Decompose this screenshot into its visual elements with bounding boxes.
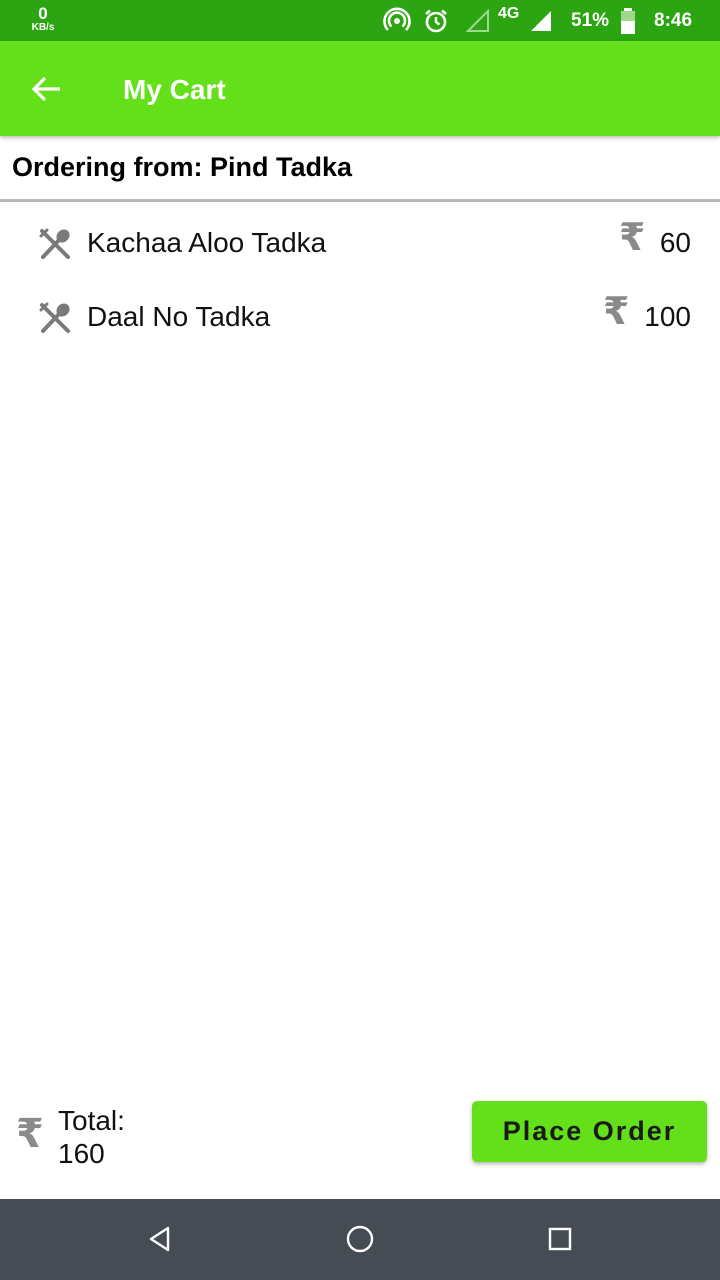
fork-spoon-icon	[39, 228, 70, 259]
recents-square-icon[interactable]	[542, 1221, 578, 1257]
app-bar: My Cart	[0, 41, 720, 136]
cart-item[interactable]: Kachaa Aloo Tadka ₹ 60	[0, 205, 720, 279]
network-speed: 0 KB/s	[28, 5, 58, 33]
back-triangle-icon[interactable]	[142, 1221, 178, 1257]
ordering-from-label: Ordering from: Pind Tadka	[12, 152, 353, 182]
page-title: My Cart	[123, 74, 226, 105]
signal-empty-icon	[466, 9, 489, 32]
battery-icon	[621, 8, 635, 34]
rupee-icon: ₹	[619, 217, 646, 259]
restaurant-header: Ordering from: Pind Tadka	[0, 136, 720, 202]
network-speed-value: 0	[38, 4, 48, 23]
cart-list: Kachaa Aloo Tadka ₹ 60 Daal No Tadka ₹ 1…	[0, 205, 720, 353]
hotspot-icon	[383, 7, 411, 31]
item-price: 100	[644, 301, 691, 332]
network-speed-unit: KB/s	[31, 22, 55, 33]
signal-icon	[531, 11, 551, 31]
total-rupee-icon: ₹	[16, 1112, 44, 1156]
cart-item[interactable]: Daal No Tadka ₹ 100	[0, 279, 720, 353]
back-button[interactable]	[26, 69, 70, 109]
total-label: Total:	[58, 1105, 125, 1136]
fork-spoon-icon	[39, 302, 70, 333]
place-order-button[interactable]: Place Order	[472, 1101, 707, 1162]
clock: 8:46	[654, 10, 693, 31]
total-value: 160	[58, 1138, 105, 1169]
alarm-icon	[425, 9, 447, 33]
item-name: Daal No Tadka	[87, 301, 271, 332]
item-name: Kachaa Aloo Tadka	[87, 227, 327, 258]
status-bar: 0 KB/s 4G 51% 8:46	[0, 0, 720, 41]
arrow-left-icon	[31, 76, 60, 102]
home-circle-icon[interactable]	[342, 1221, 378, 1257]
item-price: 60	[659, 227, 691, 258]
network-type: 4G	[498, 5, 520, 22]
rupee-icon: ₹	[603, 291, 630, 333]
battery-percent: 51%	[571, 10, 610, 31]
system-nav-bar	[0, 1199, 720, 1280]
